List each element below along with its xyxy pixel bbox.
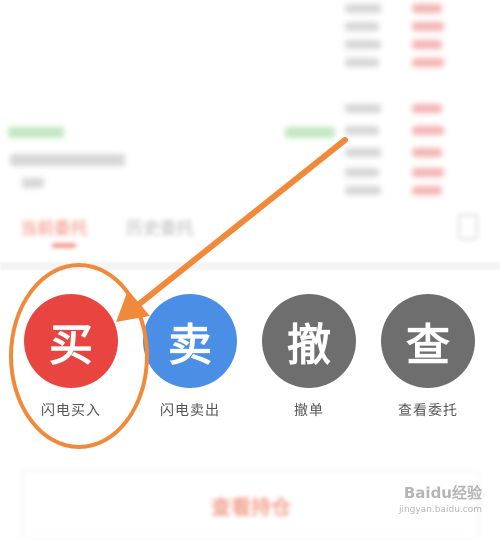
annotation-arrow-icon <box>116 137 348 322</box>
baidu-watermark: Baidu经验 jingyan.baidu.com <box>399 482 482 515</box>
watermark-url: jingyan.baidu.com <box>398 505 482 515</box>
watermark-brand: Baidu经验 <box>403 484 482 502</box>
